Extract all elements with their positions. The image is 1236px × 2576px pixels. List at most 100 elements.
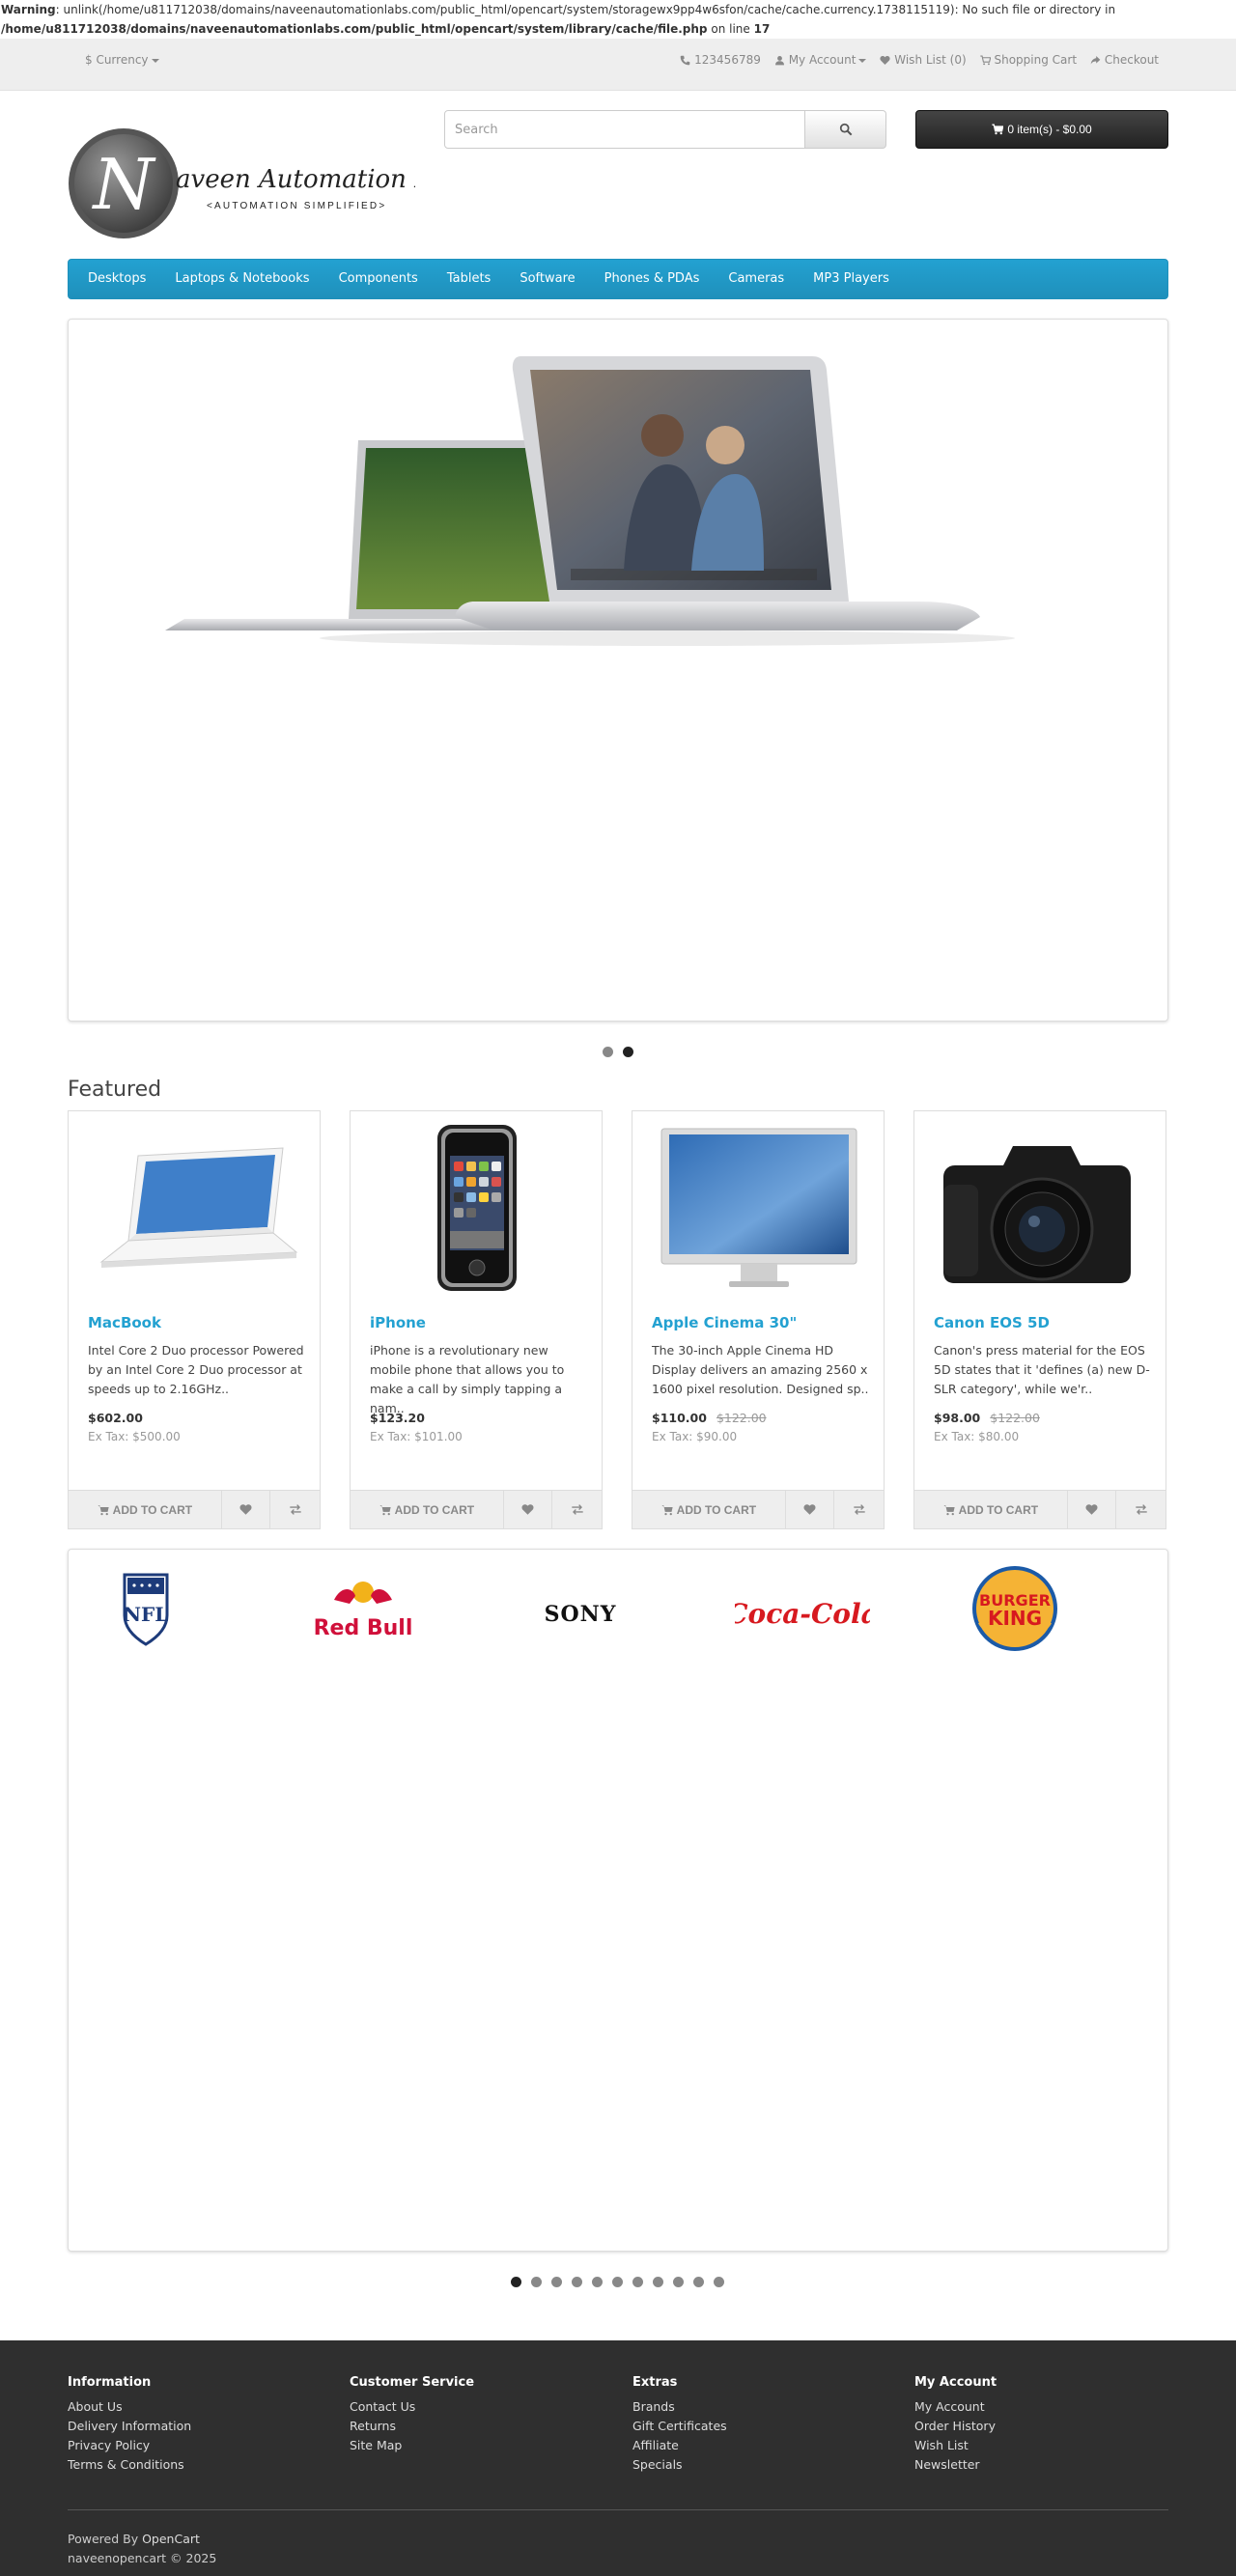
currency-label: $ Currency xyxy=(85,53,149,67)
slideshow-dot[interactable] xyxy=(603,1047,613,1057)
carousel-dot[interactable] xyxy=(612,2277,623,2287)
menu-item-mp3[interactable]: MP3 Players xyxy=(813,260,889,298)
compare-button[interactable] xyxy=(552,1491,602,1528)
currency-dropdown[interactable]: $ Currency xyxy=(85,50,159,70)
wish-list-link[interactable]: Wish List (0) xyxy=(880,50,967,70)
product-image-canon-eos-5d[interactable]: Canon EOS 5D xyxy=(926,1117,1154,1301)
logo-tagline: <AUTOMATION SIMPLIFIED> xyxy=(207,201,386,211)
footer-link-privacy[interactable]: Privacy Policy xyxy=(68,2436,191,2455)
product-name[interactable]: MacBook xyxy=(88,1314,161,1331)
footer-link-newsletter[interactable]: Newsletter xyxy=(914,2455,997,2475)
footer-extras: Extras Brands Gift Certificates Affiliat… xyxy=(632,2375,727,2475)
product-price: $98.00 $122.00 xyxy=(934,1411,1040,1425)
footer-link-terms[interactable]: Terms & Conditions xyxy=(68,2455,191,2475)
brand-carousel-pagination xyxy=(511,2277,724,2287)
carousel-dot-active[interactable] xyxy=(511,2277,521,2287)
compare-button[interactable] xyxy=(270,1491,320,1528)
opencart-link[interactable]: OpenCart xyxy=(142,2532,200,2546)
compare-button[interactable] xyxy=(1116,1491,1166,1528)
product-ex-tax: Ex Tax: $500.00 xyxy=(88,1430,181,1443)
menu-item-laptops[interactable]: Laptops & Notebooks xyxy=(175,260,309,298)
footer-link-orders[interactable]: Order History xyxy=(914,2417,997,2436)
product-image-apple-cinema[interactable] xyxy=(644,1117,872,1301)
product-card: iPhone iPhone is a revolutionary new mob… xyxy=(350,1110,603,1529)
footer-heading: Customer Service xyxy=(350,2375,475,2390)
footer-link-about[interactable]: About Us xyxy=(68,2397,191,2417)
carousel-dot[interactable] xyxy=(693,2277,704,2287)
brand-logo-cocacola[interactable]: Coca-Cola xyxy=(726,1565,879,1652)
copyright-text: naveenopencart © 2025 xyxy=(68,2551,217,2565)
bk-bottom-text: KING xyxy=(988,1607,1042,1630)
cart-button[interactable]: 0 item(s) - $0.00 xyxy=(915,110,1168,149)
compare-button[interactable] xyxy=(834,1491,884,1528)
add-to-cart-button[interactable]: ADD TO CART xyxy=(632,1491,786,1528)
brand-logo-redbull[interactable]: Red Bull xyxy=(305,1565,421,1652)
search-input[interactable] xyxy=(444,110,805,149)
brand-logo-nfl[interactable]: NFL xyxy=(88,1565,204,1652)
add-to-cart-button[interactable]: ADD TO CART xyxy=(351,1491,504,1528)
exchange-icon xyxy=(572,1504,583,1515)
add-to-wishlist-button[interactable] xyxy=(786,1491,835,1528)
footer-link-account[interactable]: My Account xyxy=(914,2397,997,2417)
slideshow-dot-active[interactable] xyxy=(623,1047,633,1057)
carousel-dot[interactable] xyxy=(592,2277,603,2287)
footer-link-gift[interactable]: Gift Certificates xyxy=(632,2417,727,2436)
menu-item-phones[interactable]: Phones & PDAs xyxy=(604,260,700,298)
redbull-text: Red Bull xyxy=(314,1616,413,1640)
price-old: $122.00 xyxy=(990,1411,1040,1425)
add-to-cart-button[interactable]: ADD TO CART xyxy=(69,1491,222,1528)
cocacola-text: Coca-Cola xyxy=(735,1598,870,1630)
slideshow-pagination xyxy=(603,1047,633,1057)
menu-item-software[interactable]: Software xyxy=(520,260,575,298)
warning-label: Warning xyxy=(1,3,56,16)
add-to-cart-button[interactable]: ADD TO CART xyxy=(914,1491,1068,1528)
menu-item-components[interactable]: Components xyxy=(339,260,418,298)
footer-link-affiliate[interactable]: Affiliate xyxy=(632,2436,727,2455)
product-name[interactable]: Apple Cinema 30" xyxy=(652,1314,797,1331)
price-new: $123.20 xyxy=(370,1411,425,1425)
search-button[interactable] xyxy=(805,110,886,149)
shopping-cart-link[interactable]: Shopping Cart xyxy=(980,50,1077,70)
footer-link-returns[interactable]: Returns xyxy=(350,2417,474,2436)
carousel-dot[interactable] xyxy=(551,2277,562,2287)
macbook-air-banner-image xyxy=(165,356,1015,646)
product-description: Intel Core 2 Duo processor Powered by an… xyxy=(88,1343,304,1396)
featured-products: MacBook Intel Core 2 Duo processor Power… xyxy=(68,1110,1168,1529)
carousel-dot[interactable] xyxy=(632,2277,643,2287)
menu-item-tablets[interactable]: Tablets xyxy=(447,260,492,298)
carousel-dot[interactable] xyxy=(531,2277,542,2287)
footer-link-delivery[interactable]: Delivery Information xyxy=(68,2417,191,2436)
product-name[interactable]: Canon EOS 5D xyxy=(934,1314,1050,1331)
site-logo[interactable]: N aveen Automation Labs <AUTOMATION SIMP… xyxy=(68,127,475,243)
phone-link[interactable]: 123456789 xyxy=(680,50,761,70)
footer-link-wishlist[interactable]: Wish List xyxy=(914,2436,997,2455)
carousel-dot[interactable] xyxy=(653,2277,663,2287)
carousel-dot[interactable] xyxy=(714,2277,724,2287)
hero-slideshow[interactable] xyxy=(68,319,1168,1022)
my-account-dropdown[interactable]: My Account xyxy=(774,50,867,70)
checkout-link[interactable]: Checkout xyxy=(1090,50,1159,70)
add-to-wishlist-button[interactable] xyxy=(1068,1491,1117,1528)
menu-item-desktops[interactable]: Desktops xyxy=(88,260,146,298)
add-to-wishlist-button[interactable] xyxy=(504,1491,553,1528)
add-to-cart-label: ADD TO CART xyxy=(958,1502,1039,1517)
menu-item-cameras[interactable]: Cameras xyxy=(728,260,784,298)
product-image-iphone[interactable] xyxy=(362,1117,590,1301)
carousel-dot[interactable] xyxy=(673,2277,684,2287)
footer-link-contact[interactable]: Contact Us xyxy=(350,2397,474,2417)
product-image-macbook[interactable] xyxy=(80,1117,308,1301)
search-icon xyxy=(839,123,852,136)
add-to-cart-label: ADD TO CART xyxy=(394,1502,475,1517)
footer-link-brands[interactable]: Brands xyxy=(632,2397,727,2417)
product-actions: ADD TO CART xyxy=(632,1490,884,1528)
carousel-dot[interactable] xyxy=(572,2277,582,2287)
product-name[interactable]: iPhone xyxy=(370,1314,426,1331)
brand-logo-sony[interactable]: SONY xyxy=(522,1565,638,1652)
add-to-wishlist-button[interactable] xyxy=(222,1491,271,1528)
shopping-cart-icon xyxy=(379,1504,391,1515)
heart-icon xyxy=(521,1504,534,1515)
footer-link-specials[interactable]: Specials xyxy=(632,2455,727,2475)
footer-information: Information About Us Delivery Informatio… xyxy=(68,2375,191,2475)
brand-logo-burgerking[interactable]: BURGER KING xyxy=(957,1565,1073,1652)
footer-link-sitemap[interactable]: Site Map xyxy=(350,2436,474,2455)
